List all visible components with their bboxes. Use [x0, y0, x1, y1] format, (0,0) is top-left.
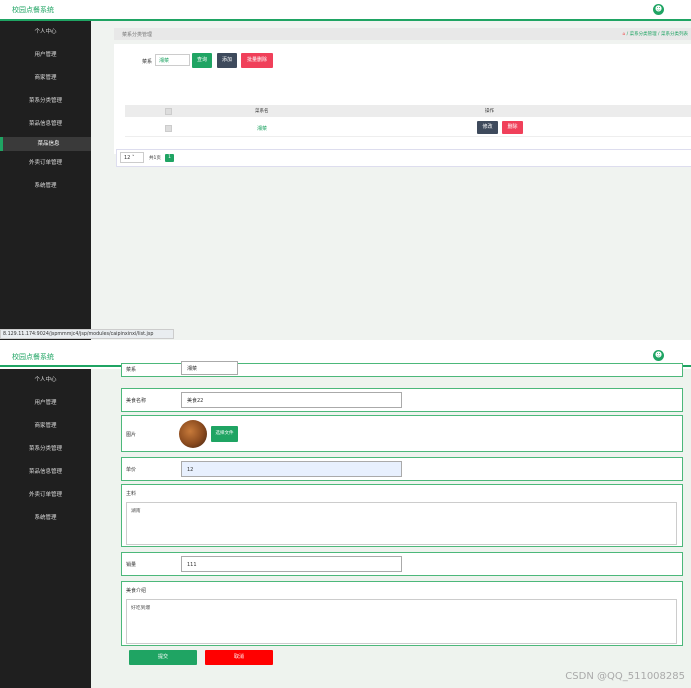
sidebar-item-user-management[interactable]: 用户管理 — [0, 396, 91, 410]
breadcrumb-path-text[interactable]: / 菜系分类管理 / 菜系分类列表 — [627, 32, 688, 37]
price-field[interactable]: 12 — [181, 461, 402, 477]
form-row-cuisine: 菜系 湘菜 — [121, 361, 683, 377]
form-row-ingredients: 主料 湖南 — [121, 484, 683, 547]
intro-textarea[interactable]: 好吃到爆 — [126, 599, 677, 644]
submit-button[interactable]: 提交 — [129, 650, 197, 665]
page-size-value: 12 — [124, 155, 131, 161]
page-title: 菜系分类管理 — [122, 32, 153, 38]
sidebar-item-takeout-orders[interactable]: 外卖订单管理 — [0, 156, 91, 170]
query-button[interactable]: 查询 — [192, 53, 212, 68]
image-label: 图片 — [126, 432, 137, 438]
chevron-down-icon: ˅ — [131, 155, 135, 161]
home-icon[interactable]: ⌂ — [622, 32, 625, 37]
edit-form-screenshot: 校园点餐系统 ☻ 个人中心 用户管理 商家管理 菜系分类管理 菜品信息管理 外卖… — [0, 344, 691, 688]
search-input[interactable]: 湘菜 — [155, 54, 190, 66]
sidebar-item-personal-center[interactable]: 个人中心 — [0, 25, 91, 39]
sales-label: 销量 — [126, 562, 137, 568]
form-container: 菜系 湘菜 美食名称 美食22 图片 选择文件 单价 12 主料 湖南 销量 1… — [91, 361, 691, 688]
list-card: 菜系 湘菜 查询 添加 批量删除 菜系名 操作 湘菜 修改 删除 12 ˅ 共1… — [114, 44, 691, 167]
sidebar-2: 个人中心 用户管理 商家管理 菜系分类管理 菜品信息管理 外卖订单管理 系统管理 — [0, 369, 91, 688]
app-title: 校园点餐系统 — [12, 6, 54, 14]
sidebar-item-dish-info[interactable]: 菜品信息 — [0, 137, 94, 151]
sidebar-item-user-management[interactable]: 用户管理 — [0, 48, 91, 62]
sidebar-item-dish-management[interactable]: 菜品信息管理 — [0, 465, 91, 479]
user-icon-2[interactable]: ☻ — [653, 350, 664, 361]
sales-field[interactable]: 111 — [181, 556, 402, 572]
cell-cuisine-name: 湘菜 — [257, 126, 268, 132]
add-button[interactable]: 添加 — [217, 53, 237, 68]
cuisine-label: 菜系 — [126, 367, 137, 373]
sidebar-item-cuisine-category[interactable]: 菜系分类管理 — [0, 442, 91, 456]
csdn-watermark: CSDN @QQ_511008285 — [565, 671, 685, 682]
sidebar-item-takeout-orders[interactable]: 外卖订单管理 — [0, 488, 91, 502]
search-label: 菜系 — [142, 59, 153, 65]
batch-delete-button[interactable]: 批量删除 — [241, 53, 273, 68]
sidebar-item-merchant-management[interactable]: 商家管理 — [0, 419, 91, 433]
row-checkbox[interactable] — [165, 125, 172, 132]
app-title-2: 校园点餐系统 — [12, 353, 54, 361]
table-row: 湘菜 修改 删除 — [125, 120, 691, 137]
column-header-actions: 操作 — [485, 109, 494, 114]
sidebar-item-system-management[interactable]: 系统管理 — [0, 179, 91, 193]
sidebar-item-system-management[interactable]: 系统管理 — [0, 511, 91, 525]
sidebar: 个人中心 用户管理 商家管理 菜系分类管理 菜品信息管理 菜品信息 外卖订单管理… — [0, 21, 94, 340]
top-bar: 校园点餐系统 ☻ — [0, 0, 691, 21]
sidebar-item-dish-management[interactable]: 菜品信息管理 — [0, 117, 91, 131]
form-row-image: 图片 选择文件 — [121, 415, 683, 452]
dish-name-field[interactable]: 美食22 — [181, 392, 402, 408]
modify-button[interactable]: 修改 — [477, 121, 498, 134]
ingredients-label: 主料 — [126, 491, 137, 497]
ingredients-textarea[interactable]: 湖南 — [126, 502, 677, 545]
current-page[interactable]: 1 — [165, 154, 174, 162]
table-header: 菜系名 操作 — [125, 105, 691, 117]
list-page-screenshot: 校园点餐系统 ☻ 个人中心 用户管理 商家管理 菜系分类管理 菜品信息管理 菜品… — [0, 0, 691, 340]
dish-image-thumbnail — [179, 420, 207, 448]
choose-file-button[interactable]: 选择文件 — [211, 426, 238, 442]
sidebar-item-cuisine-category[interactable]: 菜系分类管理 — [0, 94, 91, 108]
sidebar-item-merchant-management[interactable]: 商家管理 — [0, 71, 91, 85]
select-all-checkbox[interactable] — [165, 108, 172, 115]
form-row-sales: 销量 111 — [121, 552, 683, 576]
delete-button[interactable]: 删除 — [502, 121, 523, 134]
user-icon[interactable]: ☻ — [653, 4, 664, 15]
main-content: 菜系分类管理 ⌂ / 菜系分类管理 / 菜系分类列表 菜系 湘菜 查询 添加 批… — [91, 21, 691, 340]
status-bar-url: 8.129.11.174:9024/jspmmmjc4/jsp/modules/… — [0, 329, 174, 339]
cancel-button[interactable]: 取消 — [205, 650, 273, 665]
name-label: 美食名称 — [126, 398, 147, 404]
breadcrumb-path: ⌂ / 菜系分类管理 / 菜系分类列表 — [622, 31, 688, 37]
intro-label: 美食介绍 — [126, 588, 147, 594]
breadcrumb: 菜系分类管理 ⌂ / 菜系分类管理 / 菜系分类列表 — [114, 28, 691, 40]
pagination: 12 ˅ 共1页 1 — [116, 149, 691, 167]
total-pages: 共1页 — [149, 156, 161, 161]
cuisine-field[interactable]: 湘菜 — [181, 361, 238, 375]
page-size-select[interactable]: 12 ˅ — [120, 152, 144, 163]
form-row-price: 单价 12 — [121, 457, 683, 481]
form-row-name: 美食名称 美食22 — [121, 388, 683, 412]
form-row-intro: 美食介绍 好吃到爆 — [121, 581, 683, 646]
column-header-name: 菜系名 — [255, 109, 269, 114]
price-label: 单价 — [126, 467, 137, 473]
sidebar-item-personal-center[interactable]: 个人中心 — [0, 373, 91, 387]
